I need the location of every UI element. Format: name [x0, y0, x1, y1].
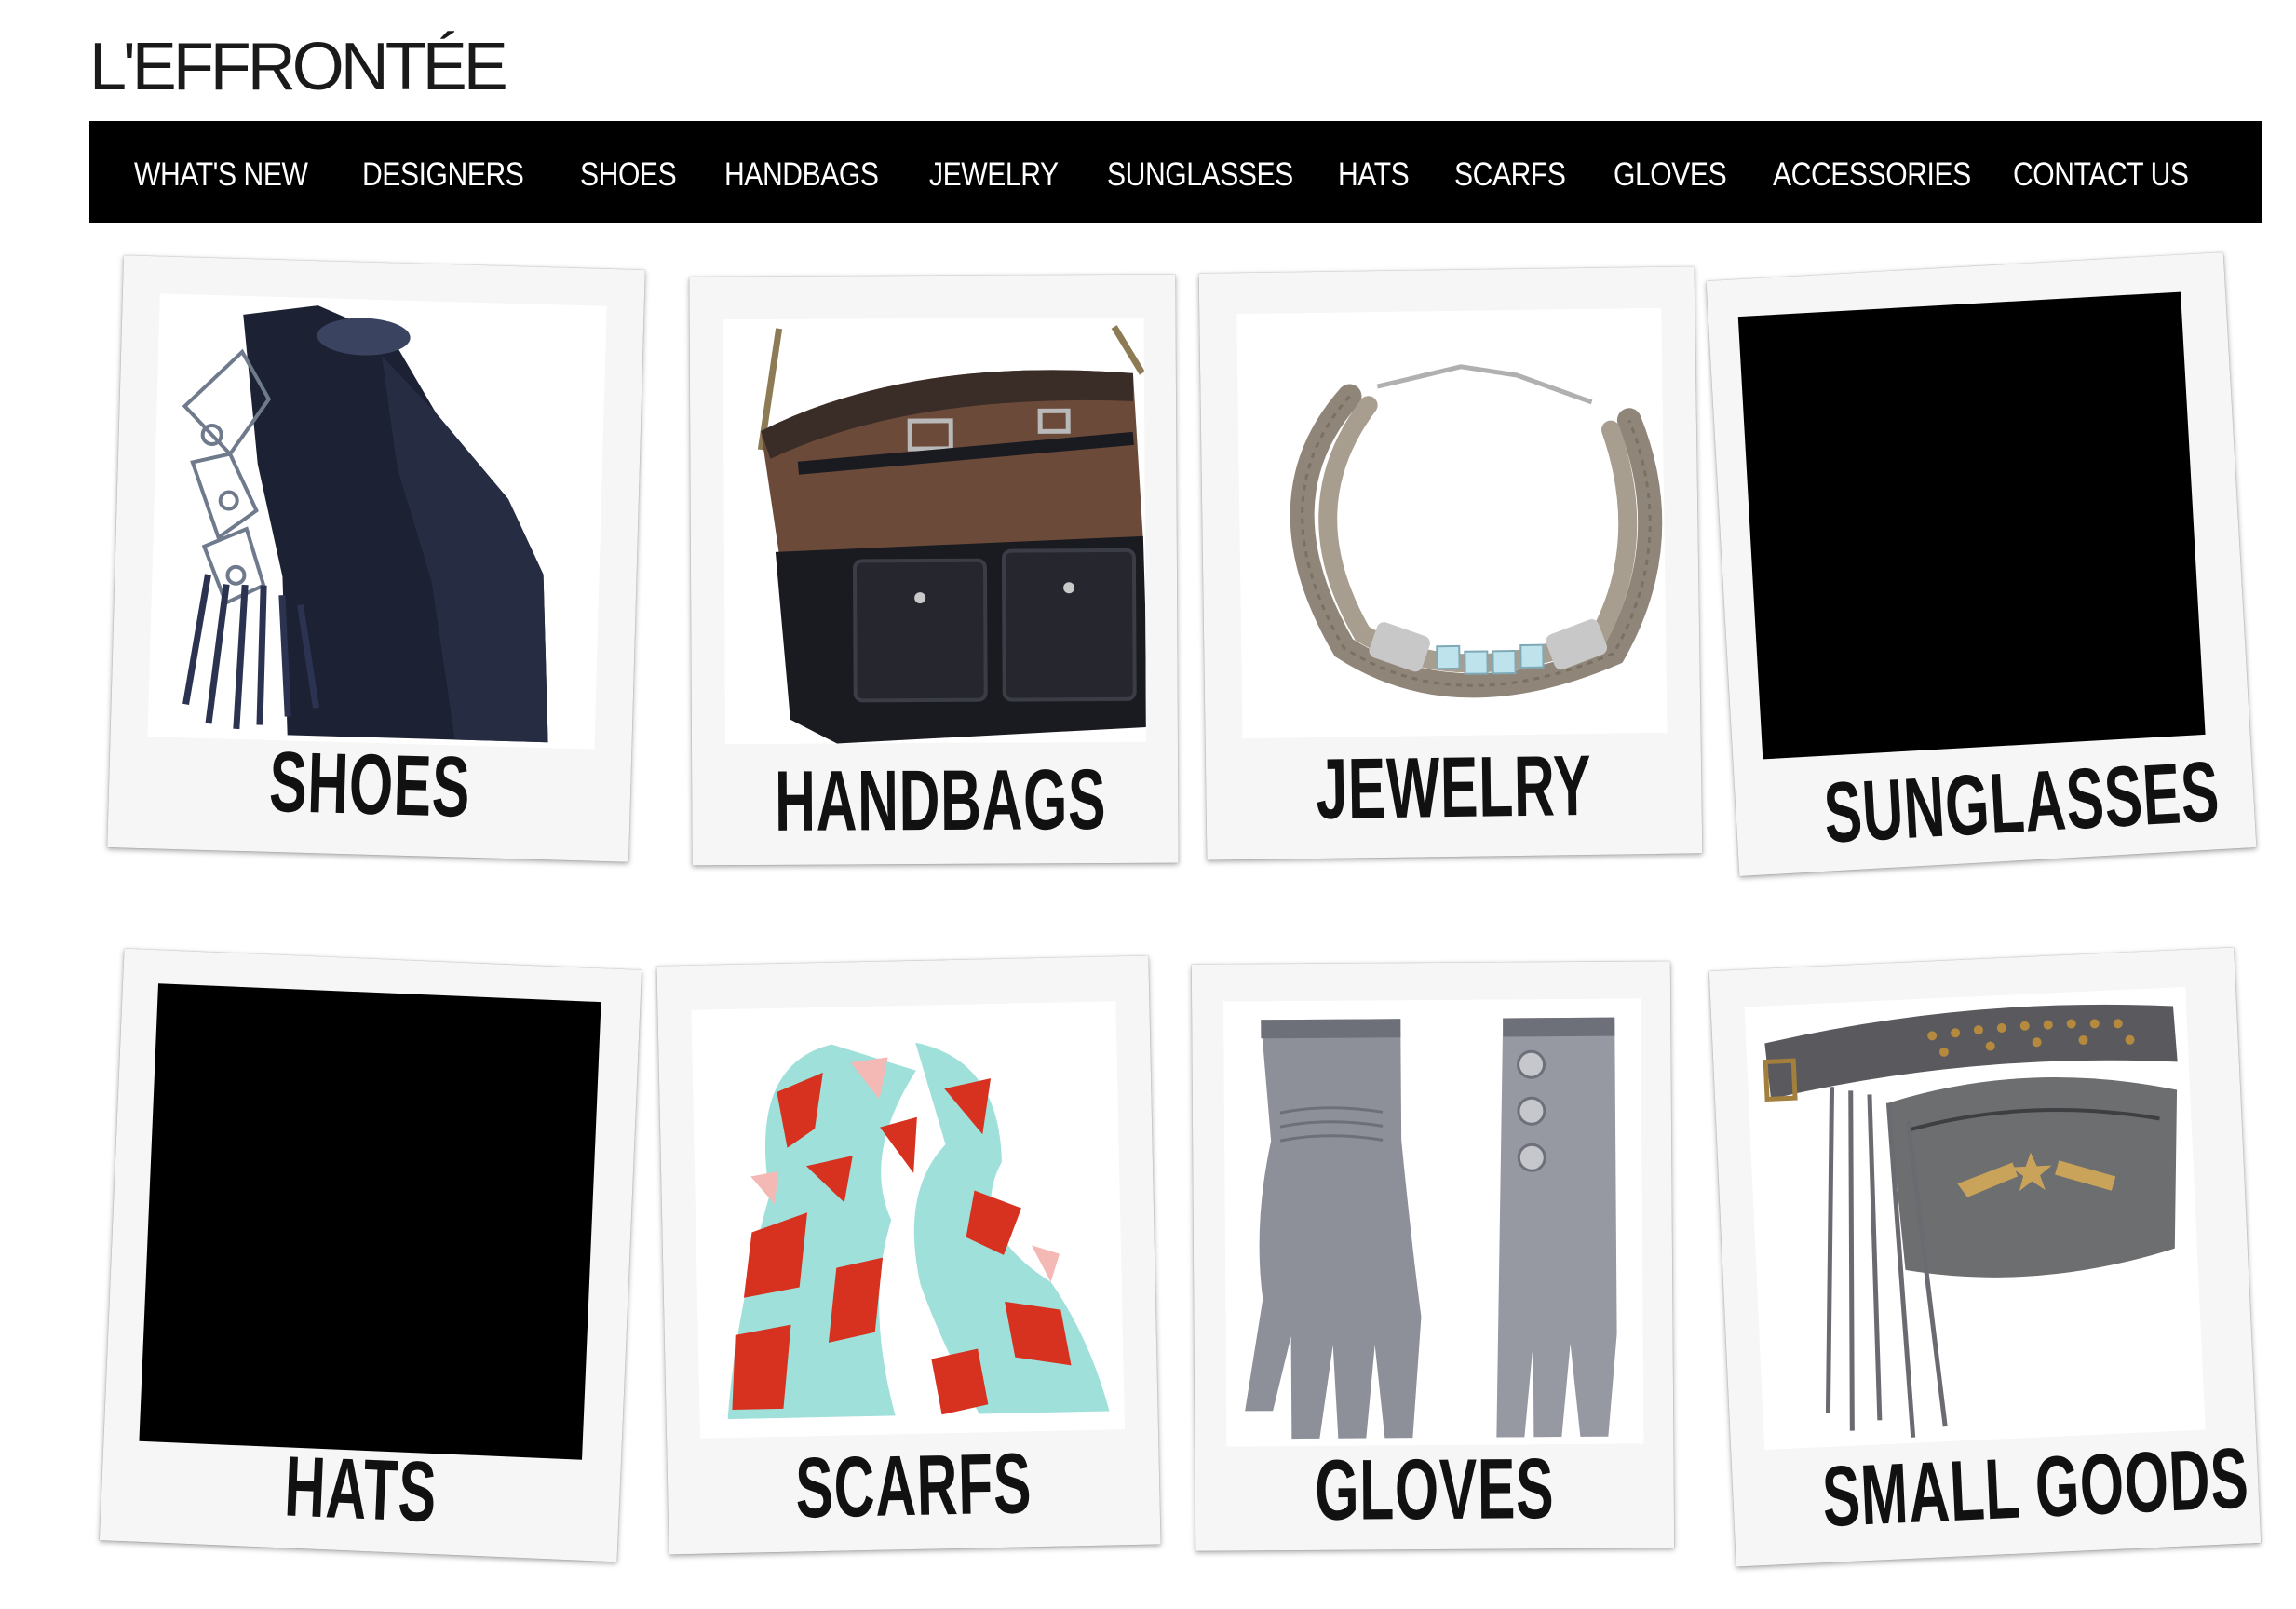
nav-item-hats[interactable]: HATS [1338, 156, 1410, 194]
sunglasses-photo [1737, 291, 2206, 760]
nav-item-accessories[interactable]: ACCESSORIES [1773, 156, 1971, 194]
brand-logo[interactable]: L'EFFRONTÉE [89, 34, 508, 101]
scarfs-photo [691, 1001, 1125, 1439]
hats-photo [139, 983, 601, 1460]
nav-item-jewelry[interactable]: JEWELRY [929, 156, 1059, 194]
fringe-belt-bag-icon [1744, 986, 2206, 1450]
jewelry-photo [1236, 307, 1668, 739]
leather-handbag-icon [723, 317, 1146, 745]
category-label-small-goods: SMALL GOODS [1820, 1430, 2251, 1546]
category-card-handbags[interactable]: HANDBAGS [689, 274, 1179, 866]
shoes-photo [147, 293, 607, 750]
category-card-shoes[interactable]: SHOES [107, 255, 645, 862]
category-card-gloves[interactable]: GLOVES [1191, 961, 1675, 1551]
nav-item-handbags[interactable]: HANDBAGS [724, 156, 879, 194]
category-label-shoes: SHOES [267, 734, 472, 835]
handbags-photo [723, 317, 1146, 745]
category-card-small-goods[interactable]: SMALL GOODS [1708, 947, 2262, 1567]
gloves-photo [1223, 998, 1644, 1447]
nav-item-scarfs[interactable]: SCARFS [1454, 156, 1566, 194]
nav-item-designers[interactable]: DESIGNERS [362, 156, 524, 194]
main-nav: WHAT'S NEW DESIGNERS SHOES HANDBAGS JEWE… [89, 121, 2262, 223]
nav-item-shoes[interactable]: SHOES [580, 156, 677, 194]
category-label-sunglasses: SUNGLASSES [1821, 744, 2222, 861]
nav-item-sunglasses[interactable]: SUNGLASSES [1107, 156, 1293, 194]
category-card-hats[interactable]: HATS [99, 948, 642, 1562]
leather-gloves-icon [1223, 998, 1644, 1447]
small-goods-photo [1744, 986, 2206, 1450]
category-label-jewelry: JEWELRY [1315, 737, 1593, 838]
nav-item-gloves[interactable]: GLOVES [1614, 156, 1727, 194]
logo-text: L'EFFRONTÉE [89, 30, 508, 104]
category-label-scarfs: SCARFS [794, 1436, 1033, 1536]
category-card-scarfs[interactable]: SCARFS [656, 955, 1161, 1555]
category-label-handbags: HANDBAGS [774, 752, 1107, 849]
category-label-hats: HATS [282, 1439, 439, 1541]
shoe-bootie-icon [147, 293, 607, 750]
printed-scarf-icon [691, 1001, 1125, 1439]
category-card-sunglasses[interactable]: SUNGLASSES [1706, 251, 2257, 877]
category-label-gloves: GLOVES [1314, 1441, 1555, 1538]
rope-necklace-icon [1236, 307, 1668, 739]
category-card-jewelry[interactable]: JEWELRY [1198, 266, 1703, 860]
nav-item-contact-us[interactable]: CONTACT US [2013, 156, 2189, 194]
nav-item-whats-new[interactable]: WHAT'S NEW [134, 156, 308, 194]
